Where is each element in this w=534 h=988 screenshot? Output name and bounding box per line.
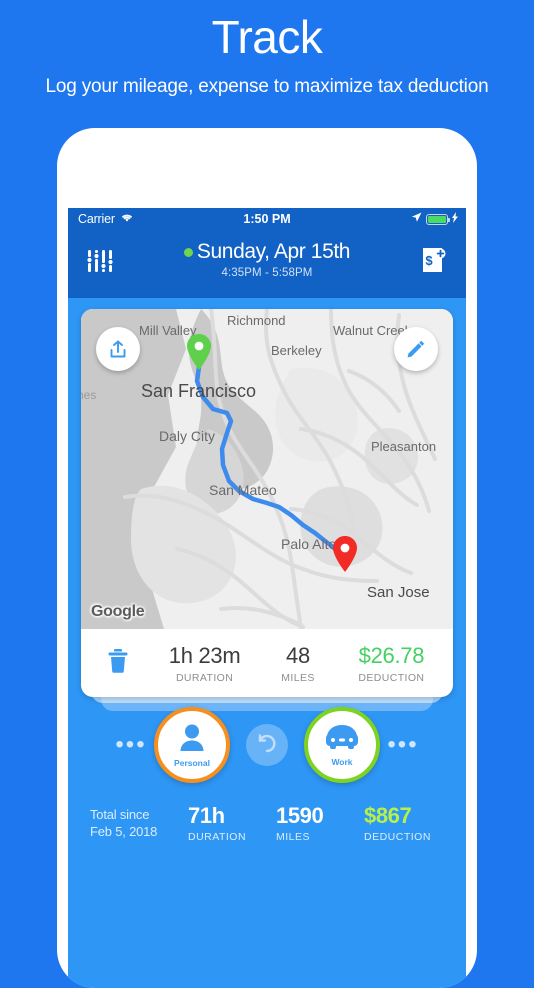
delete-trip-button[interactable] — [87, 648, 149, 679]
trip-card[interactable]: Mill Valley Richmond Walnut Creek Berkel… — [81, 309, 453, 697]
totals-duration: 71h DURATION — [182, 803, 270, 843]
totals-since-line1: Total since — [90, 807, 150, 822]
trip-stat-miles: 48 MILES — [260, 643, 336, 684]
trip-stat-deduction: $26.78 DEDUCTION — [336, 643, 447, 684]
totals-since: Total since Feb 5, 2018 — [90, 806, 182, 840]
lightning-bolt-icon — [452, 212, 458, 226]
mode-personal-button[interactable]: Personal — [154, 707, 230, 783]
totals-duration-label: DURATION — [188, 831, 247, 843]
google-attribution: Google — [91, 603, 145, 620]
mode-work-label: Work — [331, 757, 353, 767]
totals-bar: Total since Feb 5, 2018 71h DURATION 159… — [68, 793, 466, 859]
trip-time-range: 4:35PM - 5:58PM — [221, 267, 313, 279]
svg-text:Pleasanton: Pleasanton — [371, 439, 436, 454]
person-icon — [175, 722, 209, 757]
recording-dot — [183, 247, 193, 257]
edit-button[interactable] — [394, 327, 438, 371]
totals-miles-value: 1590 — [276, 803, 324, 828]
share-upload-icon — [108, 339, 128, 359]
trip-duration-label: DURATION — [175, 671, 234, 684]
app-header: Sunday, Apr 15th 4:35PM - 5:58PM $ — [68, 232, 466, 298]
app-screen: Carrier 1:50 PM Sunday, Apr 15th 4:35PM … — [68, 208, 466, 988]
status-bar-time: 1:50 PM — [243, 212, 291, 226]
svg-text:$: $ — [425, 253, 433, 268]
svg-text:Palo Alto: Palo Alto — [281, 536, 336, 552]
trip-miles-value: 48 — [286, 642, 310, 668]
svg-text:nes: nes — [81, 388, 96, 402]
header-trip-info: Sunday, Apr 15th 4:35PM - 5:58PM — [68, 240, 466, 279]
end-location-pin — [331, 535, 359, 573]
car-icon — [324, 723, 360, 756]
trip-miles-label: MILES — [281, 671, 315, 684]
mode-personal-label: Personal — [174, 758, 210, 768]
undo-icon — [256, 732, 278, 759]
trip-stats-bar: 1h 23m DURATION 48 MILES $26.78 DEDUCTIO… — [81, 629, 453, 697]
totals-duration-value: 71h — [188, 803, 225, 828]
svg-text:San Jose: San Jose — [367, 584, 430, 601]
trip-stat-duration: 1h 23m DURATION — [149, 643, 260, 684]
more-options-right[interactable]: ••• — [380, 733, 426, 757]
trip-deduction-value: $26.78 — [358, 642, 425, 668]
totals-deduction: $867 DEDUCTION — [358, 803, 446, 843]
totals-since-line2: Feb 5, 2018 — [90, 824, 158, 839]
promo-title: Track — [211, 11, 323, 63]
totals-miles-label: MILES — [276, 831, 311, 843]
receipt-add-icon[interactable]: $ — [418, 244, 450, 276]
promo-screenshot: Track Log your mileage, expense to maxim… — [0, 0, 534, 988]
pencil-edit-icon — [406, 339, 426, 359]
mode-work-button[interactable]: Work — [304, 707, 380, 783]
totals-deduction-label: DEDUCTION — [364, 831, 431, 843]
trash-icon — [107, 648, 129, 679]
share-button[interactable] — [96, 327, 140, 371]
trip-map[interactable]: Mill Valley Richmond Walnut Creek Berkel… — [81, 309, 453, 629]
start-location-pin — [185, 333, 213, 371]
more-options-left[interactable]: ••• — [108, 733, 154, 757]
svg-text:San Mateo: San Mateo — [209, 482, 277, 498]
trip-date-title: Sunday, Apr 15th — [196, 240, 351, 263]
status-bar-right — [411, 212, 458, 226]
status-bar: Carrier 1:50 PM — [68, 208, 466, 232]
phone-frame: Carrier 1:50 PM Sunday, Apr 15th 4:35PM … — [57, 128, 477, 988]
svg-text:Daly City: Daly City — [159, 428, 215, 444]
trip-card-stack: Mill Valley Richmond Walnut Creek Berkel… — [68, 298, 466, 711]
location-arrow-icon — [411, 212, 422, 226]
promo-subtitle: Log your mileage, expense to maximize ta… — [45, 76, 489, 97]
svg-text:San Francisco: San Francisco — [141, 381, 256, 401]
trip-duration-value: 1h 23m — [168, 642, 241, 668]
totals-deduction-value: $867 — [364, 803, 412, 828]
mode-selector: ••• Personal Work ••• — [68, 697, 466, 793]
trip-deduction-label: DEDUCTION — [358, 671, 425, 684]
svg-text:Berkeley: Berkeley — [271, 343, 322, 358]
battery-full-icon — [426, 213, 450, 225]
totals-miles: 1590 MILES — [270, 803, 358, 843]
undo-button[interactable] — [246, 724, 288, 766]
svg-text:Richmond: Richmond — [227, 313, 286, 328]
